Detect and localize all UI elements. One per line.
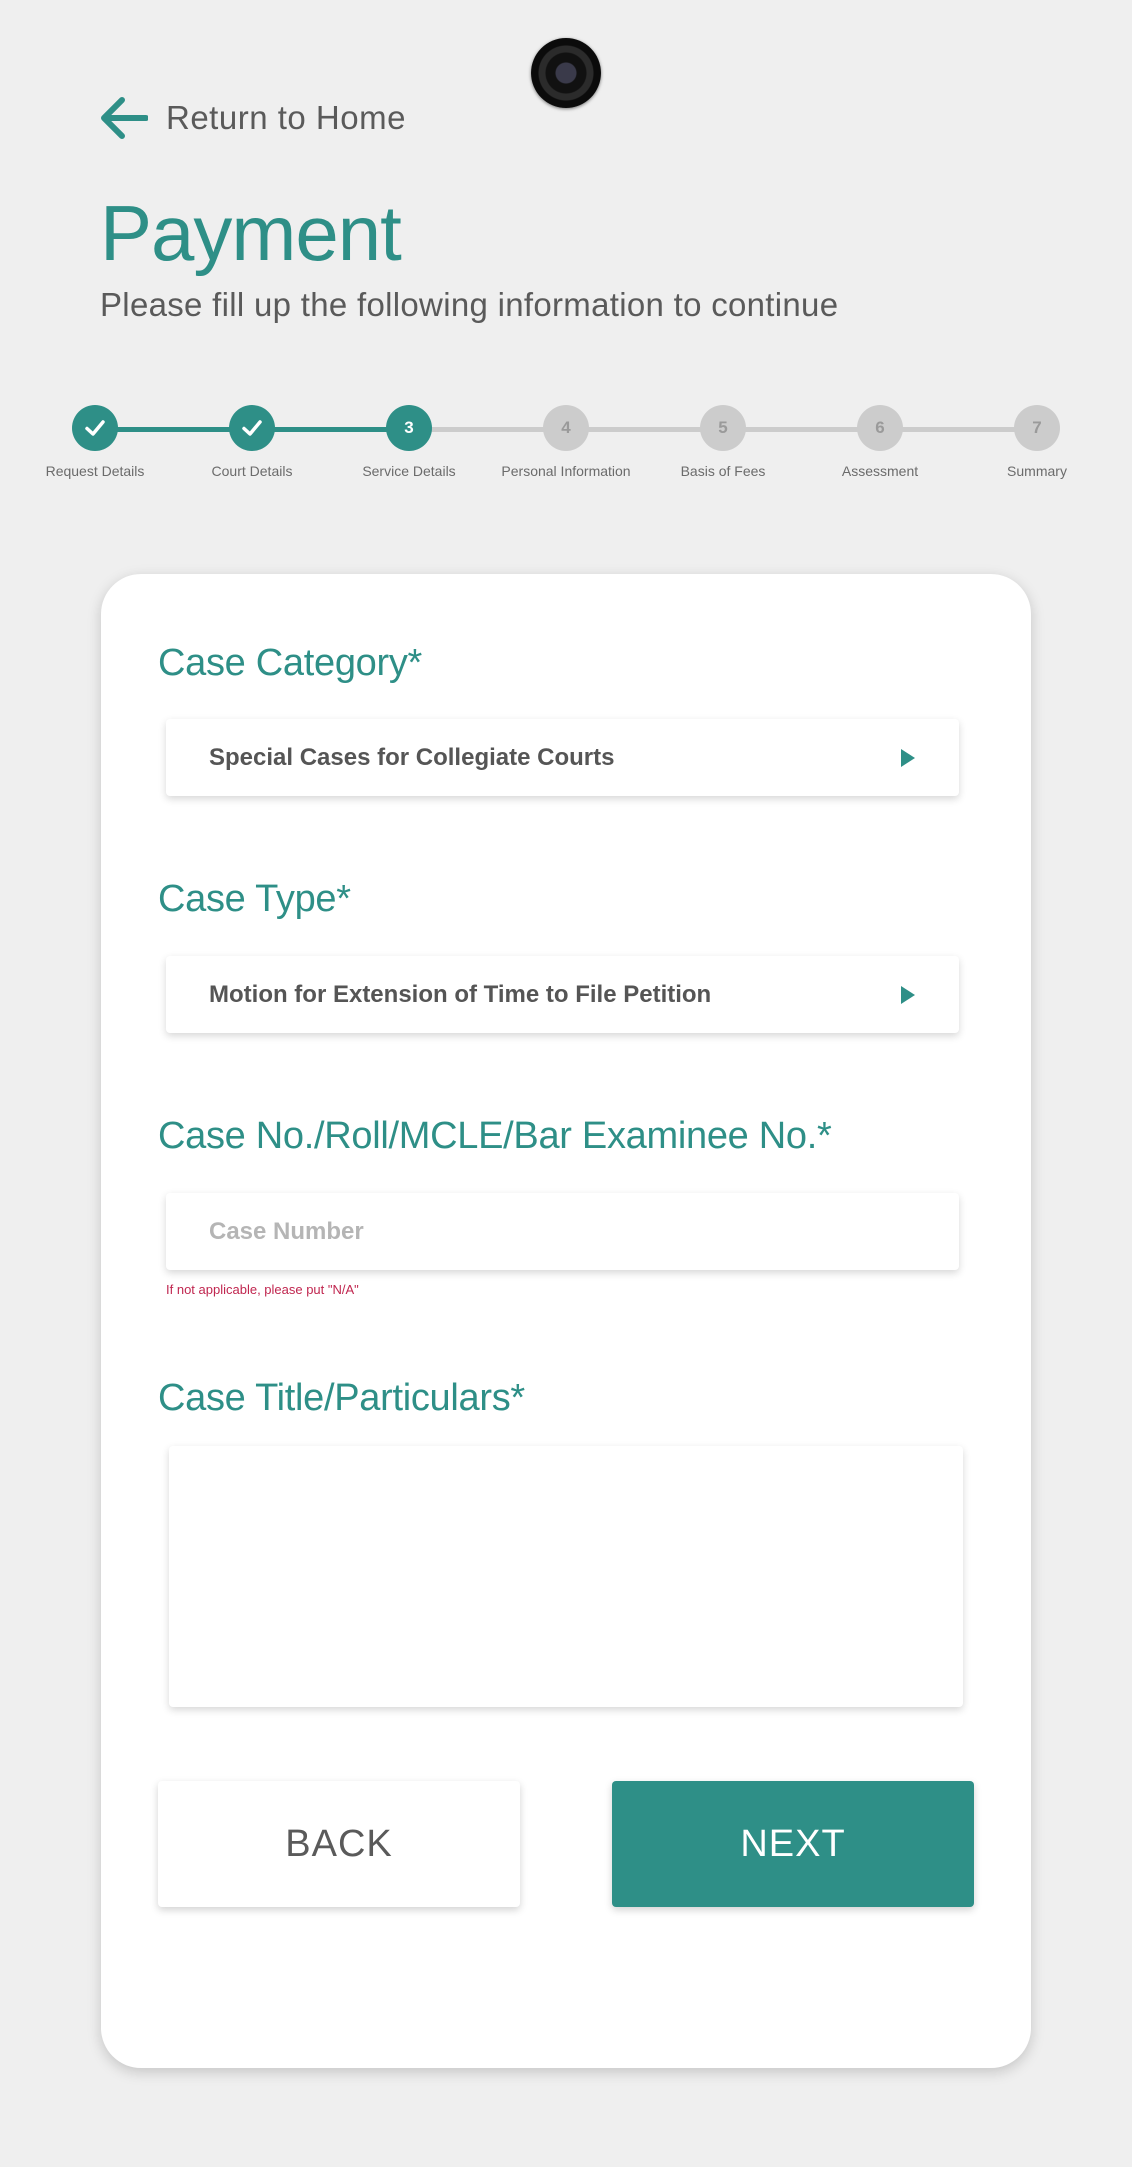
step-6-indicator: 6 <box>857 405 903 451</box>
check-icon <box>85 420 105 436</box>
case-title-label: Case Title/Particulars* <box>158 1377 525 1419</box>
return-home-link[interactable]: Return to Home <box>100 96 406 140</box>
step-number: 4 <box>561 418 571 437</box>
step-2-indicator <box>229 405 275 451</box>
step-number: 7 <box>1032 418 1042 437</box>
step-3-label: Service Details <box>362 463 456 479</box>
step-5-label: Basis of Fees <box>680 463 766 479</box>
next-button[interactable]: NEXT <box>612 1781 974 1907</box>
camera-lens <box>531 38 601 108</box>
page-subtitle: Please fill up the following information… <box>100 286 839 323</box>
step-number: 3 <box>404 418 414 437</box>
case-type-value: Motion for Extension of Time to File Pet… <box>209 980 712 1008</box>
arrow-left-icon <box>101 97 148 139</box>
step-7-label: Summary <box>1007 463 1067 479</box>
page-title: Payment <box>100 189 402 277</box>
step-1-indicator <box>72 405 118 451</box>
case-number-hint: If not applicable, please put "N/A" <box>166 1282 359 1297</box>
case-type-select[interactable]: Motion for Extension of Time to File Pet… <box>166 956 959 1033</box>
check-icon <box>242 420 262 436</box>
case-title-textarea[interactable] <box>169 1446 963 1707</box>
step-6-label: Assessment <box>841 463 919 479</box>
progress-stepper: Request Details Court Details 3 Service Det… <box>0 405 1132 485</box>
case-category-select[interactable]: Special Cases for Collegiate Courts <box>166 719 959 796</box>
step-1-label: Request Details <box>45 463 145 479</box>
case-type-label: Case Type* <box>158 878 351 920</box>
step-7-indicator: 7 <box>1014 405 1060 451</box>
step-5-indicator: 5 <box>700 405 746 451</box>
caret-right-icon <box>901 748 915 767</box>
step-3-indicator: 3 <box>386 405 432 451</box>
case-category-value: Special Cases for Collegiate Courts <box>209 743 615 771</box>
step-4-label: Personal Information <box>501 463 631 479</box>
return-home-label: Return to Home <box>166 99 406 136</box>
case-number-input[interactable] <box>166 1193 959 1270</box>
step-2-label: Court Details <box>211 463 293 479</box>
caret-right-icon <box>901 985 915 1004</box>
step-4-indicator: 4 <box>543 405 589 451</box>
step-number: 6 <box>875 418 885 437</box>
back-button[interactable]: BACK <box>158 1781 520 1907</box>
case-number-label: Case No./Roll/MCLE/Bar Examinee No.* <box>158 1115 832 1157</box>
step-number: 5 <box>718 418 728 437</box>
case-category-label: Case Category* <box>158 642 423 684</box>
